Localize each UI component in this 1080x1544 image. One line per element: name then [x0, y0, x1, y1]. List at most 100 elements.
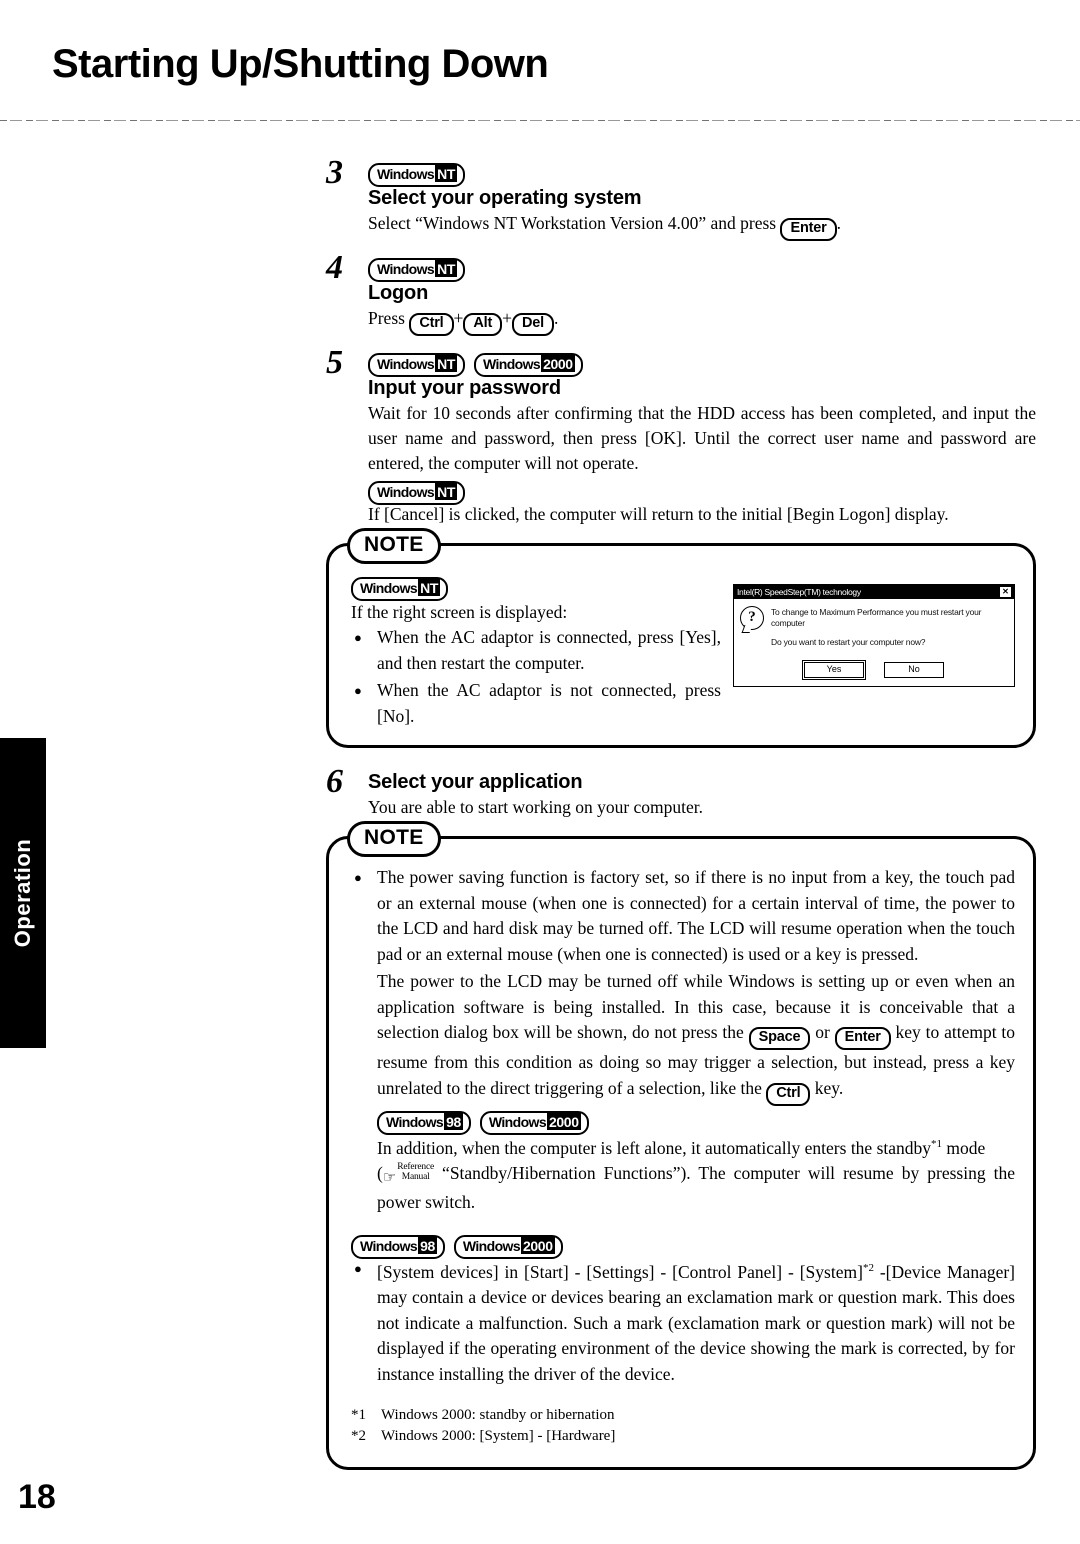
step-5-body: Wait for 10 seconds after confirming tha… — [368, 403, 1036, 473]
note-1-os-badge: Windows NT — [351, 574, 721, 601]
key-enter: Enter — [834, 1027, 891, 1050]
footnote-mark: *1 — [351, 1407, 366, 1424]
note-2-para-6-rest: “Standby/Hibernation Functions”). The co… — [377, 1162, 1016, 1213]
os-badge-word: Windows — [462, 1237, 521, 1254]
os-badge-version: NT — [435, 165, 457, 182]
step-4-os-badges: Windows NT — [368, 255, 1036, 282]
refman-line-2: Manual — [401, 1171, 430, 1182]
section-side-tab: Operation — [0, 738, 46, 1048]
footnote-mark: *2 — [351, 1428, 366, 1445]
os-badge-version: NT — [435, 260, 457, 277]
note-1-bullet: When the AC adaptor is not connected, pr… — [351, 678, 721, 729]
plus-sign-2: + — [502, 308, 512, 328]
os-badge-word: Windows — [386, 1113, 444, 1130]
os-badge-windows-2000: Windows 2000 — [474, 353, 583, 377]
os-badge-word: Windows — [483, 356, 541, 372]
os-badge-word: Windows — [360, 580, 418, 596]
note-2-para-5: In addition, when the computer is left a… — [351, 1132, 1015, 1216]
os-badge-windows-2000: Windows 2000 — [479, 1110, 589, 1135]
os-badge-version: 98 — [444, 1112, 463, 1130]
footnote-row: *1 Windows 2000: standby or hibernation — [351, 1405, 1015, 1426]
os-badge-windows-nt: Windows NT — [368, 163, 465, 187]
refman-line-1: Reference — [397, 1162, 434, 1173]
step-3-body: Select “Windows NT Workstation Version 4… — [368, 211, 1036, 241]
os-badge-word: Windows — [377, 356, 435, 372]
step-5-os-badges: Windows NT Windows 2000 — [368, 350, 1036, 377]
step-5: 5 Windows NT Windows 2000 Input your passw… — [326, 346, 1036, 527]
key-enter: Enter — [780, 218, 837, 241]
step-3-text-after: . — [836, 213, 841, 233]
note-1-intro: If the right screen is displayed: — [351, 602, 568, 622]
plus-sign-1: + — [453, 308, 464, 328]
step-3-text-before: Select “Windows NT Workstation Version 4… — [368, 213, 777, 233]
note-2-para-5-a: In addition, when the computer is left a… — [377, 1137, 932, 1158]
note-2-para-2: The power to the LCD may be turned off w… — [351, 969, 1015, 1106]
step-5-number: 5 — [326, 344, 343, 381]
step-5-sub-body: If [Cancel] is clicked, the computer wil… — [368, 504, 949, 524]
os-badge-windows-nt: Windows NT — [368, 258, 465, 282]
note-2-para-1: The power saving function is factory set… — [377, 867, 1015, 964]
note-2-bullet-2: [System devices] in [Start] - [Settings]… — [351, 1256, 1015, 1387]
os-badge-version: 2000 — [541, 355, 575, 372]
note-1-figure-column: Intel(R) SpeedStep(TM) technology ✕ ? To… — [733, 572, 1015, 731]
section-side-tab-label: Operation — [10, 838, 35, 948]
note-2-para-5-b: mode — [942, 1137, 986, 1158]
note-2-or: or — [815, 1022, 830, 1042]
note-2-bullet-2-a: [System devices] in [Start] - [Settings]… — [377, 1261, 863, 1282]
os-badge-windows-98: Windows 98 — [377, 1110, 471, 1135]
reference-manual-ref: ☞Reference Manual — [383, 1163, 434, 1191]
step-6-heading: Select your application — [368, 771, 583, 793]
footnote-ref-1: *1 — [931, 1137, 943, 1150]
close-icon[interactable]: ✕ — [999, 586, 1012, 598]
os-badge-version: NT — [435, 355, 457, 372]
step-4-body: Press Ctrl + Alt + Del. — [368, 306, 1036, 336]
step-6-number: 6 — [326, 763, 343, 800]
os-badge-word: Windows — [360, 1237, 418, 1254]
note-box-1: NOTE Windows NT If the right screen is di… — [326, 528, 1036, 748]
step-4-heading: Logon — [368, 282, 429, 304]
note-1-text-column: Windows NT If the right screen is display… — [351, 572, 721, 731]
period: . — [553, 308, 559, 328]
footnote-text: Windows 2000: [System] - [Hardware] — [381, 1428, 616, 1445]
key-space: Space — [748, 1027, 811, 1050]
content-column: 3 Windows NT Select your operating system… — [326, 156, 1036, 1471]
note-label: NOTE — [347, 821, 441, 857]
os-badge-version: NT — [418, 579, 440, 596]
note-box-2: NOTE The power saving function is factor… — [326, 821, 1036, 1471]
key-ctrl: Ctrl — [766, 1082, 811, 1106]
footnote-row: *2 Windows 2000: [System] - [Hardware] — [351, 1426, 1015, 1447]
note-label: NOTE — [347, 528, 441, 564]
os-badge-windows-nt: Windows NT — [368, 353, 465, 377]
step-5-sub-os-badge: Windows NT — [368, 478, 1036, 505]
os-badge-word: Windows — [377, 261, 435, 277]
dialog-title-bar: Intel(R) SpeedStep(TM) technology ✕ — [734, 585, 1014, 599]
step-3: 3 Windows NT Select your operating system… — [326, 156, 1036, 241]
dialog-title: Intel(R) SpeedStep(TM) technology — [737, 587, 861, 597]
page-title: Starting Up/Shutting Down — [52, 42, 549, 86]
dialog-message-1: To change to Maximum Performance you mus… — [771, 607, 982, 628]
press-label: Press — [368, 308, 405, 328]
note-2-os-badges-2: Windows 98 Windows 2000 — [351, 1232, 1015, 1259]
os-badge-version: NT — [435, 483, 457, 500]
os-badge-word: Windows — [488, 1113, 547, 1130]
key-del: Del — [511, 313, 554, 336]
step-3-number: 3 — [326, 154, 343, 191]
step-6-body: You are able to start working on your co… — [368, 797, 704, 817]
dialog-yes-button[interactable]: Yes — [802, 660, 866, 680]
os-badge-windows-nt: Windows NT — [351, 577, 448, 601]
note-2-para-4-text: key. — [814, 1077, 844, 1098]
page-number: 18 — [18, 1478, 56, 1516]
note-2-os-badges-1: Windows 98 Windows 2000 — [351, 1108, 1015, 1135]
footnote-ref-2: *2 — [862, 1261, 874, 1274]
footnote-text: Windows 2000: standby or hibernation — [381, 1407, 615, 1424]
dialog-no-button[interactable]: No — [884, 662, 944, 678]
dialog-message-2: Do you want to restart your computer now… — [771, 637, 926, 647]
step-4: 4 Windows NT Logon Press Ctrl + Alt + Del. — [326, 251, 1036, 336]
step-5-heading: Input your password — [368, 377, 561, 399]
os-badge-word: Windows — [377, 166, 435, 182]
speedstep-dialog: Intel(R) SpeedStep(TM) technology ✕ ? To… — [733, 584, 1015, 687]
os-badge-version: 2000 — [547, 1112, 581, 1130]
note-2-bullet-1: The power saving function is factory set… — [351, 865, 1015, 967]
note-1-bullet: When the AC adaptor is connected, press … — [351, 625, 721, 676]
os-badge-word: Windows — [377, 484, 435, 500]
